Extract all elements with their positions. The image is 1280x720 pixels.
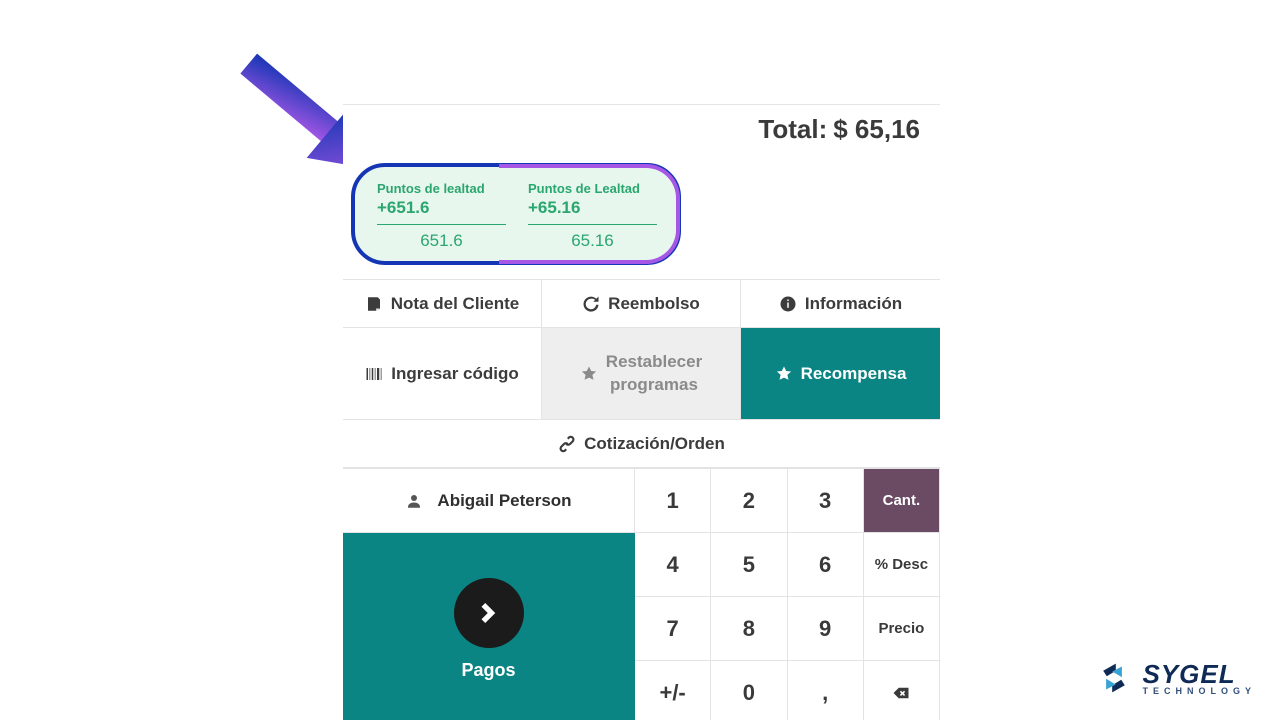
loyalty-title: Puntos de lealtad bbox=[377, 181, 506, 196]
loyalty-added: +65.16 bbox=[528, 198, 657, 225]
key-6[interactable]: 6 bbox=[788, 533, 864, 597]
key-4[interactable]: 4 bbox=[635, 533, 711, 597]
loyalty-added: +651.6 bbox=[377, 198, 506, 225]
key-decimal[interactable]: , bbox=[788, 661, 864, 720]
enter-code-button[interactable]: Ingresar código bbox=[343, 328, 542, 420]
quotation-order-button[interactable]: Cotización/Orden bbox=[343, 420, 940, 468]
key-qty[interactable]: Cant. bbox=[864, 469, 940, 533]
undo-icon bbox=[582, 295, 600, 313]
key-3[interactable]: 3 bbox=[788, 469, 864, 533]
loyalty-title: Puntos de Lealtad bbox=[528, 181, 657, 196]
link-icon bbox=[558, 435, 576, 453]
brand-subtitle: TECHNOLOGY bbox=[1142, 687, 1256, 696]
loyalty-col-2: Puntos de Lealtad +65.16 65.16 bbox=[528, 181, 657, 251]
loyalty-total: 651.6 bbox=[377, 225, 506, 251]
key-sign[interactable]: +/- bbox=[635, 661, 711, 720]
key-5[interactable]: 5 bbox=[711, 533, 787, 597]
loyalty-points-callout: Puntos de lealtad +651.6 651.6 Puntos de… bbox=[351, 163, 681, 265]
barcode-icon bbox=[365, 365, 383, 383]
reward-button[interactable]: Recompensa bbox=[741, 328, 940, 420]
brand-logo: SYGEL TECHNOLOGY bbox=[1096, 660, 1256, 696]
reset-programs-button[interactable]: Restablecerprogramas bbox=[542, 328, 741, 420]
info-button[interactable]: Información bbox=[741, 280, 940, 328]
payment-button[interactable]: Pagos bbox=[343, 533, 635, 720]
numeric-keypad: 1 2 3 Cant. 4 5 6 % Desc 7 8 9 Precio +/… bbox=[635, 469, 940, 720]
key-price[interactable]: Precio bbox=[864, 597, 940, 661]
customer-name: Abigail Peterson bbox=[437, 491, 571, 511]
key-discount[interactable]: % Desc bbox=[864, 533, 940, 597]
key-0[interactable]: 0 bbox=[711, 661, 787, 720]
key-backspace[interactable] bbox=[864, 661, 940, 720]
key-8[interactable]: 8 bbox=[711, 597, 787, 661]
total-label: Total: bbox=[758, 114, 827, 145]
user-icon bbox=[405, 492, 423, 510]
key-7[interactable]: 7 bbox=[635, 597, 711, 661]
brand-name: SYGEL bbox=[1142, 661, 1256, 687]
refund-button[interactable]: Reembolso bbox=[542, 280, 741, 328]
star-icon bbox=[580, 365, 598, 383]
loyalty-col-1: Puntos de lealtad +651.6 651.6 bbox=[377, 181, 506, 251]
total-amount: $ 65,16 bbox=[833, 114, 920, 145]
customer-button[interactable]: Abigail Peterson bbox=[343, 469, 635, 533]
payment-label: Pagos bbox=[461, 660, 515, 681]
backspace-icon bbox=[892, 684, 910, 702]
key-9[interactable]: 9 bbox=[788, 597, 864, 661]
info-icon bbox=[779, 295, 797, 313]
key-1[interactable]: 1 bbox=[635, 469, 711, 533]
pos-panel: Total: $ 65,16 Puntos de lealtad +651.6 … bbox=[343, 104, 940, 720]
sygel-mark-icon bbox=[1096, 660, 1132, 696]
customer-note-button[interactable]: Nota del Cliente bbox=[343, 280, 542, 328]
sticky-note-icon bbox=[365, 295, 383, 313]
order-total: Total: $ 65,16 bbox=[343, 105, 940, 153]
loyalty-total: 65.16 bbox=[528, 225, 657, 251]
star-icon bbox=[775, 365, 793, 383]
chevron-right-icon bbox=[454, 578, 524, 648]
key-2[interactable]: 2 bbox=[711, 469, 787, 533]
